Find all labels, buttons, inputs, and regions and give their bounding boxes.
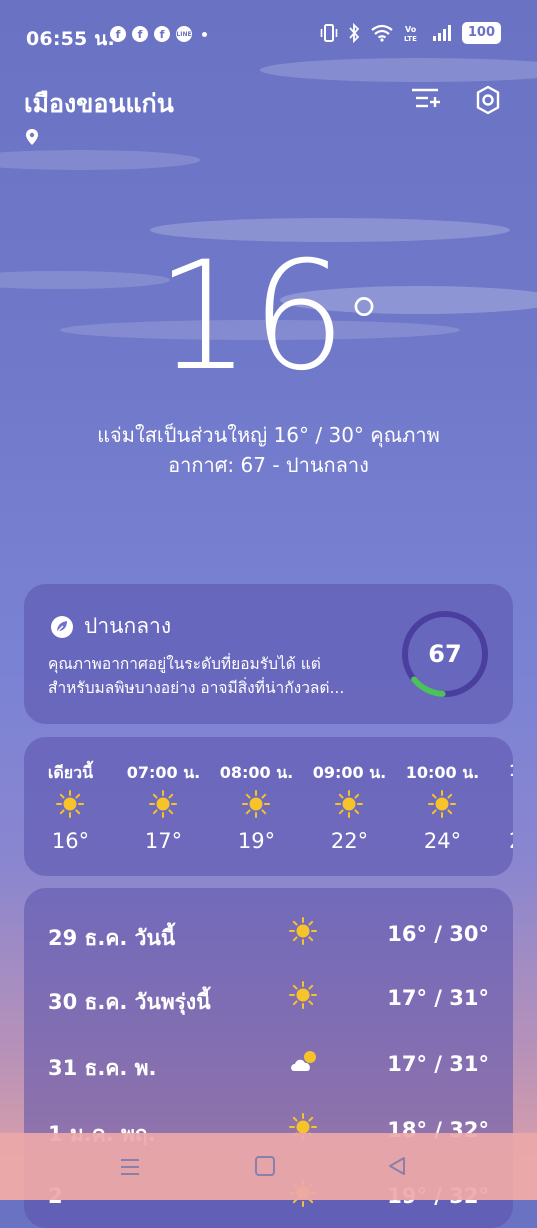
hourly-item: เดียวนี้ 16°	[24, 737, 117, 876]
menu-icon[interactable]	[118, 1155, 142, 1179]
hourly-item: 08:00 น. 19°	[210, 737, 303, 876]
hourly-item: 10:00 น. 24°	[396, 737, 489, 876]
add-city-icon[interactable]	[410, 84, 442, 114]
volte-icon: VoLTE	[404, 25, 417, 43]
hour-time: 11	[509, 761, 513, 780]
more-notifications-dot	[202, 31, 207, 37]
sun-icon	[289, 917, 317, 945]
air-quality-title: ปานกลาง	[50, 610, 171, 643]
hour-temp: 22°	[330, 829, 369, 853]
day-temp-range: 16° / 30°	[387, 922, 489, 946]
hour-time: 07:00 น.	[126, 763, 201, 782]
aq-desc-line-2: สำหรับมลพิษบางอย่าง อาจมีสิ่งที่น่ากังวล…	[48, 679, 345, 697]
hour-time: 08:00 น.	[219, 763, 294, 782]
facebook-icon: f	[132, 26, 148, 42]
current-temperature: 16°	[0, 232, 537, 429]
sun-icon	[56, 790, 84, 818]
degree-symbol: °	[346, 283, 382, 365]
daily-row[interactable]: 30 ธ.ค. วันพรุ่งนี้ 17° / 31°	[48, 981, 489, 1026]
status-bar: 06:55 น. f f f LINE Vo LTE 100	[0, 0, 537, 70]
sun-icon	[289, 981, 317, 1009]
system-icons: Vo LTE 100	[320, 22, 501, 44]
settings-icon[interactable]	[472, 84, 504, 116]
line-icon: LINE	[176, 26, 192, 42]
air-quality-card[interactable]: ปานกลาง คุณภาพอากาศอยู่ในระดับที่ยอมรับไ…	[24, 584, 513, 724]
air-quality-value: 67	[428, 640, 462, 668]
partly-cloudy-icon	[291, 1051, 316, 1071]
sun-icon	[242, 790, 270, 818]
battery-indicator: 100	[461, 22, 501, 44]
temperature-value: 16	[155, 230, 347, 404]
daily-row[interactable]: 31 ธ.ค. พ. 17° / 31°	[48, 1051, 489, 1092]
vibrate-icon	[320, 24, 338, 42]
daily-row[interactable]: 29 ธ.ค. วันนี้ 16° / 30°	[48, 917, 489, 962]
hour-temp: 2	[509, 829, 513, 853]
navigation-bar	[0, 1133, 537, 1200]
aq-desc-line-1: คุณภาพอากาศอยู่ในระดับที่ยอมรับได้ แต่	[48, 655, 321, 673]
hour-temp: 16°	[51, 829, 90, 853]
hour-time: 09:00 น.	[312, 763, 387, 782]
location-pin-icon	[26, 129, 38, 145]
home-icon[interactable]	[254, 1155, 276, 1177]
day-date: 29 ธ.ค. วันนี้	[48, 926, 176, 950]
air-quality-level: ปานกลาง	[84, 614, 172, 638]
sun-icon	[428, 790, 456, 818]
svg-text:Vo: Vo	[405, 25, 417, 34]
wifi-icon	[371, 24, 393, 42]
hour-temp: 19°	[237, 829, 276, 853]
notification-icons: f f f LINE	[110, 26, 207, 42]
status-time: 06:55 น.	[26, 28, 115, 50]
signal-icon	[432, 25, 451, 41]
facebook-icon: f	[154, 26, 170, 42]
facebook-icon: f	[110, 26, 126, 42]
hourly-item: 07:00 น. 17°	[117, 737, 210, 876]
bluetooth-icon	[349, 23, 360, 43]
current-description: แจ่มใสเป็นส่วนใหญ่ 16° / 30° คุณภาพ อากา…	[40, 420, 497, 480]
sun-icon	[149, 790, 177, 818]
back-icon[interactable]	[386, 1155, 408, 1177]
day-temp-range: 17° / 31°	[387, 986, 489, 1010]
leaf-icon	[51, 615, 73, 638]
hourly-row[interactable]: เดียวนี้ 16° 07:00 น. 17° 08:00 น. 19° 0…	[24, 737, 513, 876]
hourly-forecast-card[interactable]: เดียวนี้ 16° 07:00 น. 17° 08:00 น. 19° 0…	[24, 737, 513, 876]
air-quality-description: คุณภาพอากาศอยู่ในระดับที่ยอมรับได้ แต่ ส…	[48, 652, 388, 700]
hour-temp: 17°	[144, 829, 183, 853]
day-temp-range: 17° / 31°	[387, 1052, 489, 1076]
hour-temp: 24°	[423, 829, 462, 853]
svg-text:LTE: LTE	[404, 35, 417, 43]
day-date: 31 ธ.ค. พ.	[48, 1056, 157, 1080]
day-date: 30 ธ.ค. วันพรุ่งนี้	[48, 990, 211, 1014]
hour-time: 10:00 น.	[405, 763, 480, 782]
hour-time: เดียวนี้	[47, 763, 94, 782]
description-line-2: อากาศ: 67 - ปานกลาง	[168, 453, 369, 477]
city-name[interactable]: เมืองขอนแก่น	[24, 84, 174, 124]
hourly-item: 11 2	[489, 737, 513, 876]
sun-icon	[335, 790, 363, 818]
description-line-1: แจ่มใสเป็นส่วนใหญ่ 16° / 30° คุณภาพ	[97, 423, 440, 447]
hourly-item: 09:00 น. 22°	[303, 737, 396, 876]
